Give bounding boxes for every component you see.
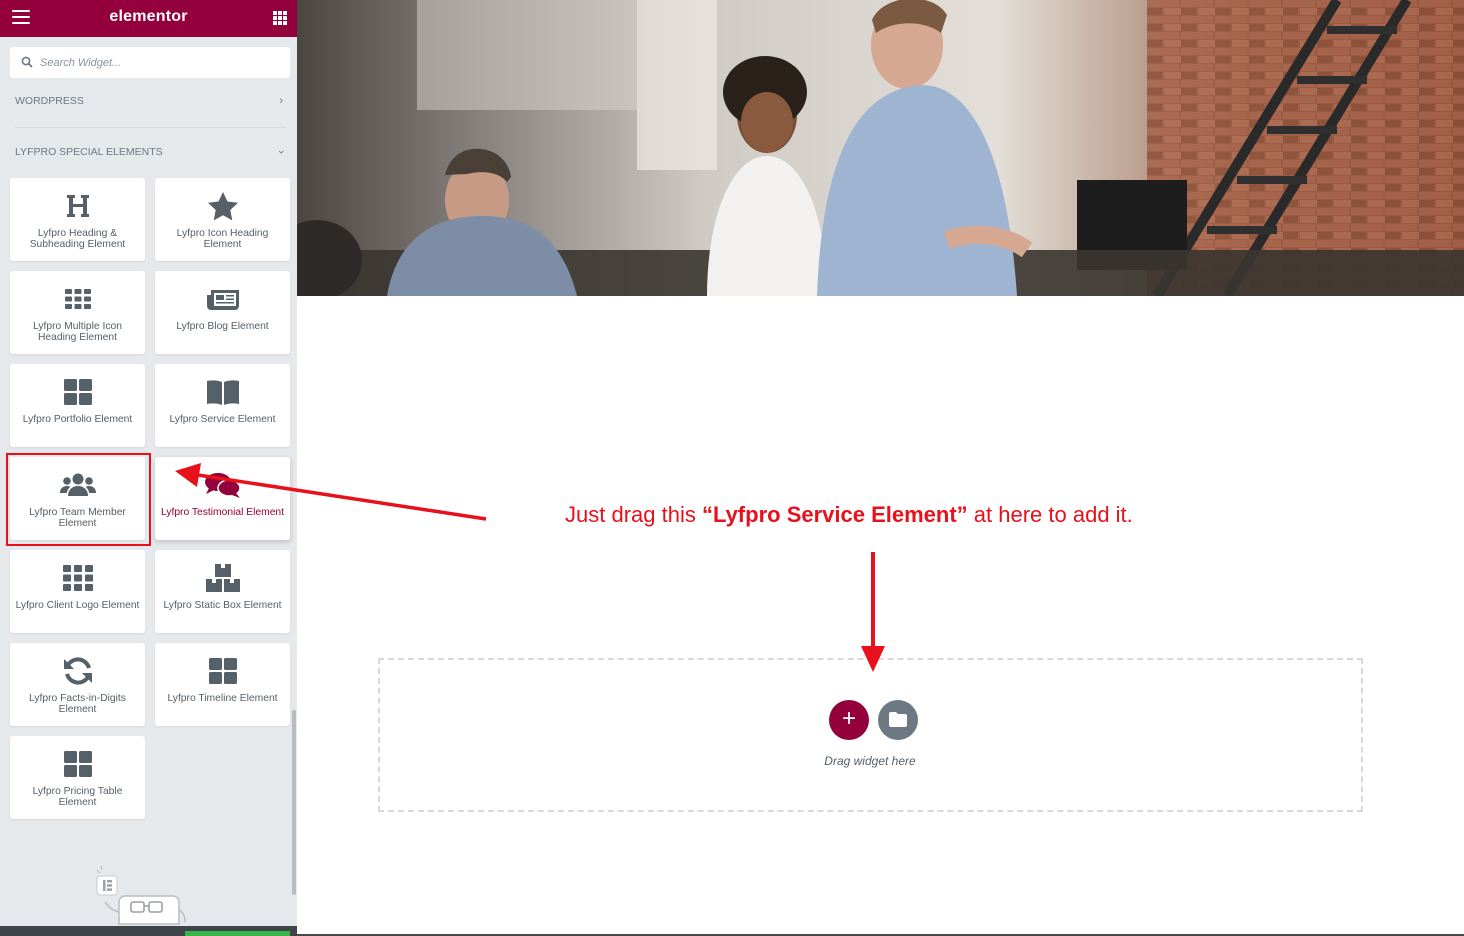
publish-button[interactable] [185,931,290,936]
instruction-element-name: “Lyfpro Service Element” [701,502,968,527]
category-label: WORDPRESS [15,95,84,107]
th-large-icon [155,656,290,686]
widget-blog[interactable]: Lyfpro Blog Element [155,271,290,354]
search-widget-box [10,47,290,78]
add-template-button[interactable] [878,700,918,740]
sync-icon [10,656,145,686]
widget-label: Lyfpro Portfolio Element [22,414,133,425]
comments-icon [155,470,290,500]
th-large-icon [10,377,145,407]
panel-scrollbar[interactable] [292,710,296,895]
widget-multiple-icon-heading[interactable]: Lyfpro Multiple Icon Heading Element [10,271,145,354]
widget-label: Lyfpro Icon Heading Element [176,228,269,250]
newspaper-icon [155,284,290,314]
heading-icon [10,191,145,221]
widget-facts-in-digits[interactable]: Lyfpro Facts-in-Digits Element [10,643,145,726]
grid-icon [10,284,145,314]
elementor-logo: elementor [109,8,188,25]
folder-icon [889,712,907,727]
instruction-text-end: at here to add it. [967,502,1133,527]
widget-heading-subheading[interactable]: Lyfpro Heading & Subheading Element [10,178,145,261]
widget-label: Lyfpro Service Element [169,414,276,425]
widget-label: Lyfpro Heading & Subheading Element [29,228,126,250]
th-large-icon [10,749,145,779]
widget-label: Lyfpro Timeline Element [167,693,278,704]
search-icon [21,56,33,68]
annotation-highlight-box [6,453,151,546]
divider [15,127,286,128]
widget-pricing-table[interactable]: Lyfpro Pricing Table Element [10,736,145,819]
hero-image [297,0,1464,296]
widget-portfolio[interactable]: Lyfpro Portfolio Element [10,364,145,447]
widget-panel: elementor WORDPRESS › LYFPRO SPECIAL ELE… [0,0,297,936]
chevron-down-icon: › [275,150,288,154]
grid-icon [10,563,145,593]
instruction-text: Just drag this [565,502,702,527]
drop-zone-hint: Drag widget here [824,754,916,768]
star-icon [155,191,290,221]
instruction-annotation: Just drag this “Lyfpro Service Element” … [565,502,1133,528]
widget-label: Lyfpro Testimonial Element [160,507,285,518]
category-lyfpro-special[interactable]: LYFPRO SPECIAL ELEMENTS › [15,146,287,162]
panel-header: elementor [0,0,297,37]
elementor-mascot-icon [96,866,186,925]
widget-client-logo[interactable]: Lyfpro Client Logo Element [10,550,145,633]
widget-static-box[interactable]: Lyfpro Static Box Element [155,550,290,633]
book-open-icon [155,377,290,407]
search-input[interactable] [38,47,283,78]
widget-label: Lyfpro Pricing Table Element [32,786,123,808]
category-label: LYFPRO SPECIAL ELEMENTS [15,146,163,158]
widget-label: Lyfpro Client Logo Element [15,600,140,611]
widget-icon-heading[interactable]: Lyfpro Icon Heading Element [155,178,290,261]
widgets-grid-icon[interactable] [273,11,287,25]
widget-timeline[interactable]: Lyfpro Timeline Element [155,643,290,726]
widget-service[interactable]: Lyfpro Service Element [155,364,290,447]
chevron-right-icon: › [279,95,283,107]
widget-label: Lyfpro Facts-in-Digits Element [29,693,126,715]
widget-label: Lyfpro Multiple Icon Heading Element [33,321,122,343]
widget-label: Lyfpro Blog Element [176,321,269,332]
widget-label: Lyfpro Static Box Element [163,600,282,611]
drop-zone[interactable] [378,658,1363,812]
widget-testimonial[interactable]: Lyfpro Testimonial Element [155,457,290,540]
boxes-icon [155,563,290,593]
add-section-button[interactable]: + [829,700,869,740]
category-wordpress[interactable]: WORDPRESS › [15,95,287,111]
